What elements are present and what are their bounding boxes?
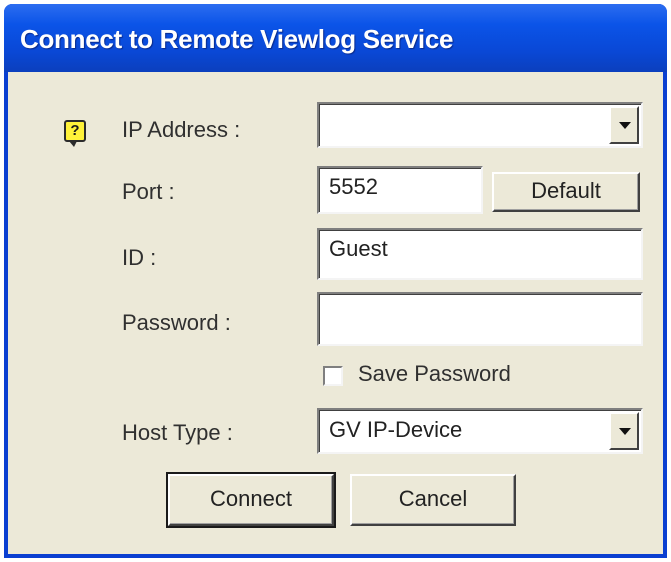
id-field[interactable]: Guest [317,228,643,280]
help-icon: ? [64,120,86,147]
save-password-label[interactable]: Save Password [358,361,511,387]
host-type-label: Host Type : [122,420,233,445]
cancel-button[interactable]: Cancel [350,474,516,526]
ip-address-combobox[interactable] [317,102,643,148]
port-field[interactable]: 5552 [317,166,483,214]
connect-dialog: Connect to Remote Viewlog Service ? IP A… [4,4,667,558]
connect-button[interactable]: Connect [166,472,336,528]
host-type-dropdown-button[interactable] [609,412,639,450]
password-field[interactable] [317,292,643,346]
host-type-value: GV IP-Device [329,417,463,442]
port-label: Port : [122,179,175,204]
ip-address-dropdown-button[interactable] [609,106,639,144]
chevron-down-icon [619,122,631,129]
default-port-button[interactable]: Default [492,172,640,212]
host-type-select[interactable]: GV IP-Device [317,408,643,454]
port-value: 5552 [329,174,378,199]
title-bar[interactable]: Connect to Remote Viewlog Service [4,4,667,72]
id-value: Guest [329,236,388,261]
id-label: ID : [122,245,157,270]
dialog-body: ? IP Address : Port : 5552 Default ID : … [8,72,663,554]
save-password-checkbox[interactable] [323,366,343,386]
chevron-down-icon [619,428,631,435]
dialog-title: Connect to Remote Viewlog Service [20,24,454,54]
password-label: Password : [122,310,231,335]
ip-address-label: IP Address : [122,117,241,142]
